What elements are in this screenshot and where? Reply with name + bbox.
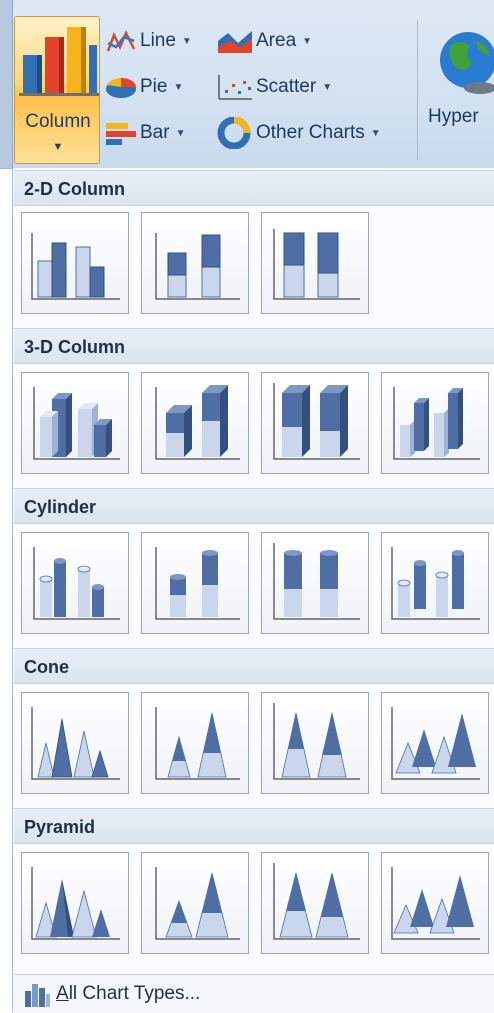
doughnut-chart-icon (217, 117, 251, 149)
chart-type-2d-100-stacked-column[interactable] (261, 212, 369, 314)
chevron-down-icon: ▼ (322, 81, 333, 93)
clustered-cylinder-icon (33, 547, 120, 620)
clustered-cone-icon (31, 707, 120, 780)
3d-column-icon (393, 387, 480, 460)
column-chart-gallery: 2-D Column 3-D Column Cylinder Cone Pyra… (12, 168, 494, 1013)
3d-clustered-column-icon (33, 387, 120, 460)
other-charts-label: Other Charts (256, 122, 365, 143)
chart-type-clustered-cone[interactable] (21, 692, 129, 794)
chart-type-3d-100-stacked-column[interactable] (261, 372, 369, 474)
all-chart-types-label: All Chart Types... (56, 983, 200, 1005)
chart-type-100-stacked-cone[interactable] (261, 692, 369, 794)
clustered-column-icon (31, 233, 120, 300)
chart-type-clustered-pyramid[interactable] (21, 852, 129, 954)
section-header-2d-column: 2-D Column (14, 170, 494, 206)
area-chart-icon (218, 31, 252, 53)
section-header-cone: Cone (14, 648, 494, 684)
chart-type-clustered-cylinder[interactable] (21, 532, 129, 634)
line-chart-icon (106, 30, 136, 52)
3d-cylinder-icon (391, 547, 480, 620)
chevron-down-icon: ▼ (52, 141, 64, 153)
chart-type-3d-column[interactable] (381, 372, 489, 474)
chart-type-stacked-pyramid[interactable] (141, 852, 249, 954)
scatter-chart-button[interactable]: Scatter ▼ (216, 72, 332, 102)
100-stacked-pyramid-icon (273, 863, 360, 940)
3d-stacked-column-icon (155, 385, 240, 460)
section-header-pyramid: Pyramid (14, 808, 494, 844)
100-stacked-cone-icon (273, 703, 360, 780)
scatter-chart-label: Scatter (256, 76, 317, 97)
section-header-3d-column: 3-D Column (14, 328, 494, 364)
chart-type-100-stacked-cylinder[interactable] (261, 532, 369, 634)
scatter-chart-icon (218, 75, 252, 100)
line-chart-button[interactable]: Line ▼ (104, 26, 192, 56)
100-stacked-cylinder-icon (273, 543, 360, 620)
globe-icon (440, 32, 494, 94)
other-charts-button[interactable]: Other Charts ▼ (216, 117, 381, 149)
all-chart-types-text: ll Chart Types... (68, 983, 201, 1004)
chart-type-3d-clustered-column[interactable] (21, 372, 129, 474)
clustered-pyramid-icon (31, 867, 120, 940)
access-key: A (56, 983, 69, 1004)
3d-pyramid-icon (391, 867, 480, 940)
chart-type-stacked-cone[interactable] (141, 692, 249, 794)
chart-type-3d-cone[interactable] (381, 692, 489, 794)
3d-cone-icon (391, 707, 480, 780)
column-chart-icon (19, 27, 99, 96)
pie-chart-icon (106, 78, 136, 98)
ribbon-separator (417, 20, 418, 160)
chevron-down-icon: ▼ (175, 127, 186, 139)
pie-chart-button[interactable]: Pie ▼ (104, 72, 183, 102)
100-stacked-column-icon (273, 229, 360, 300)
chevron-down-icon: ▼ (173, 81, 184, 93)
ribbon-left-edge (0, 0, 13, 168)
stacked-cone-icon (155, 707, 240, 780)
chart-type-stacked-cylinder[interactable] (141, 532, 249, 634)
hyperlink-label: Hyper (428, 106, 479, 127)
area-chart-label: Area (256, 30, 297, 51)
stacked-pyramid-icon (155, 867, 240, 940)
column-chart-button[interactable]: Column ▼ (14, 16, 100, 164)
chevron-down-icon: ▼ (370, 127, 381, 139)
chart-type-2d-clustered-column[interactable] (21, 212, 129, 314)
chart-type-100-stacked-pyramid[interactable] (261, 852, 369, 954)
3d-100-stacked-column-icon (273, 383, 360, 460)
stacked-cylinder-icon (155, 547, 240, 620)
pie-chart-label: Pie (140, 76, 168, 97)
chart-type-3d-cylinder[interactable] (381, 532, 489, 634)
chevron-down-icon: ▼ (302, 35, 313, 47)
chart-type-3d-pyramid[interactable] (381, 852, 489, 954)
hyperlink-button[interactable]: Hyper (420, 16, 494, 164)
area-chart-button[interactable]: Area ▼ (216, 26, 312, 56)
chart-type-2d-stacked-column[interactable] (141, 212, 249, 314)
chevron-down-icon: ▼ (181, 35, 192, 47)
column-chart-label: Column (25, 111, 91, 132)
stacked-column-icon (155, 233, 240, 300)
chart-type-3d-stacked-column[interactable] (141, 372, 249, 474)
section-header-cylinder: Cylinder (14, 488, 494, 524)
all-chart-types-button[interactable]: All Chart Types... (14, 974, 494, 1013)
line-chart-label: Line (140, 30, 176, 51)
bar-chart-button[interactable]: Bar ▼ (104, 118, 185, 148)
bar-chart-label: Bar (140, 122, 170, 143)
ribbon-charts-group: Column ▼ Line ▼ Pie ▼ Bar ▼ Area ▼ Scatt… (0, 0, 494, 169)
chart-types-icon (25, 984, 50, 1007)
bar-chart-icon (106, 123, 136, 145)
